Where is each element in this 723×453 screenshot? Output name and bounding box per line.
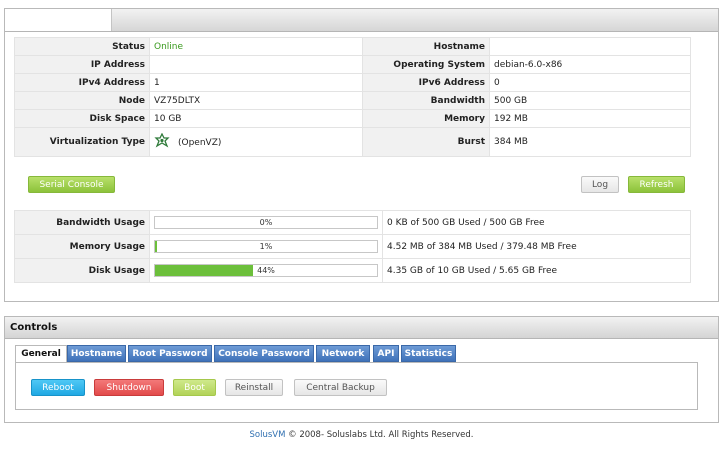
- central-backup-button[interactable]: Central Backup: [294, 379, 387, 396]
- reinstall-button[interactable]: Reinstall: [225, 379, 283, 396]
- usage-table: Bandwidth Usage 0% 0 KB of 500 GB Used / 5…: [14, 210, 691, 283]
- tab-network[interactable]: Network: [316, 345, 370, 362]
- memory-label: Memory: [362, 109, 490, 128]
- boot-button[interactable]: Boot: [173, 379, 216, 396]
- bandwidth-usage-cell: 0%: [149, 210, 383, 235]
- usage-row: Bandwidth Usage 0% 0 KB of 500 GB Used / 5…: [14, 210, 691, 235]
- disk-space-label: Disk Space: [14, 109, 150, 128]
- disk-usage-bar: 44%: [154, 264, 378, 277]
- memory-value: 192 MB: [489, 109, 691, 128]
- server-panel-header: [5, 9, 718, 32]
- ipv6-label: IPv6 Address: [362, 73, 490, 92]
- disk-usage-detail: 4.35 GB of 10 GB Used / 5.65 GB Free: [382, 258, 691, 283]
- tab-hostname[interactable]: Hostname: [67, 345, 126, 362]
- server-info-table: Status Online Hostname IP Address Operat…: [14, 37, 691, 157]
- footer-copyright: © 2008- Soluslabs Ltd. All Rights Reserv…: [285, 430, 474, 440]
- virtualization-label: Virtualization Type: [14, 127, 150, 157]
- server-title-tab[interactable]: [5, 9, 112, 31]
- usage-row: Disk Usage 44% 4.35 GB of 10 GB Used / 5.6…: [14, 258, 691, 283]
- burst-label: Burst: [362, 127, 490, 157]
- usage-row: Memory Usage 1% 4.52 MB of 384 MB Used / 3…: [14, 234, 691, 259]
- serial-console-button[interactable]: Serial Console: [28, 176, 115, 193]
- ipv4-label: IPv4 Address: [14, 73, 150, 92]
- general-tab-panel: Reboot Shutdown Boot Reinstall Central Backu…: [15, 362, 698, 410]
- footer-brand-link[interactable]: SolusVM: [250, 430, 286, 440]
- status-value: Online: [149, 37, 363, 56]
- bandwidth-usage-bar: 0%: [154, 216, 378, 229]
- log-button[interactable]: Log: [581, 176, 619, 193]
- memory-usage-cell: 1%: [149, 234, 383, 259]
- bandwidth-usage-label: Bandwidth Usage: [14, 210, 150, 235]
- disk-space-value: 10 GB: [149, 109, 363, 128]
- reboot-button[interactable]: Reboot: [31, 379, 85, 396]
- refresh-button[interactable]: Refresh: [628, 176, 685, 193]
- memory-usage-bar: 1%: [154, 240, 378, 253]
- info-row: Virtualization Type (OpenVZ) Burst 384 M…: [14, 127, 691, 157]
- info-row: IPv4 Address 1 IPv6 Address 0: [14, 73, 691, 92]
- tab-general[interactable]: General: [15, 345, 67, 363]
- ip-address-label: IP Address: [14, 55, 150, 74]
- ipv6-value: 0: [489, 73, 691, 92]
- controls-title: Controls: [5, 317, 718, 339]
- memory-usage-percent: 1%: [259, 242, 273, 251]
- info-row: IP Address Operating System debian-6.0-x…: [14, 55, 691, 74]
- footer: SolusVM © 2008- Soluslabs Ltd. All Right…: [0, 430, 723, 440]
- openvz-logo-icon: [154, 132, 170, 152]
- bandwidth-usage-percent: 0%: [259, 218, 273, 227]
- shutdown-button[interactable]: Shutdown: [94, 379, 164, 396]
- virtualization-cell: (OpenVZ): [149, 127, 363, 157]
- tab-root-password[interactable]: Root Password: [128, 345, 212, 362]
- disk-usage-cell: 44%: [149, 258, 383, 283]
- info-row: Status Online Hostname: [14, 37, 691, 56]
- ipv4-value: 1: [149, 73, 363, 92]
- memory-usage-detail: 4.52 MB of 384 MB Used / 379.48 MB Free: [382, 234, 691, 259]
- bandwidth-usage-detail: 0 KB of 500 GB Used / 500 GB Free: [382, 210, 691, 235]
- burst-value: 384 MB: [489, 127, 691, 157]
- disk-usage-label: Disk Usage: [14, 258, 150, 283]
- memory-usage-label: Memory Usage: [14, 234, 150, 259]
- disk-usage-percent: 44%: [257, 266, 275, 275]
- node-value: VZ75DLTX: [149, 91, 363, 110]
- node-label: Node: [14, 91, 150, 110]
- tab-console-password[interactable]: Console Password: [214, 345, 314, 362]
- info-row: Disk Space 10 GB Memory 192 MB: [14, 109, 691, 128]
- info-row: Node VZ75DLTX Bandwidth 500 GB: [14, 91, 691, 110]
- controls-panel: Controls General Hostname Root Password Con…: [4, 316, 719, 423]
- os-value: debian-6.0-x86: [489, 55, 691, 74]
- bandwidth-label: Bandwidth: [362, 91, 490, 110]
- tab-statistics[interactable]: Statistics: [401, 345, 456, 362]
- virtualization-value: (OpenVZ): [178, 137, 222, 148]
- hostname-label: Hostname: [362, 37, 490, 56]
- hostname-value: [489, 37, 691, 56]
- os-label: Operating System: [362, 55, 490, 74]
- ip-address-value: [149, 55, 363, 74]
- status-label: Status: [14, 37, 150, 56]
- tab-api[interactable]: API: [373, 345, 399, 362]
- bandwidth-value: 500 GB: [489, 91, 691, 110]
